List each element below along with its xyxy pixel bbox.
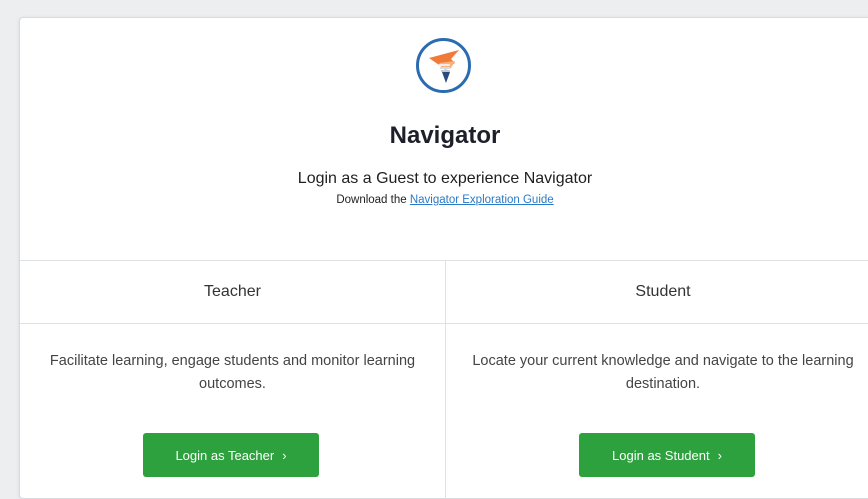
guest-subtitle: Login as a Guest to experience Navigator — [297, 170, 593, 187]
teacher-heading: Teacher — [20, 261, 445, 324]
teacher-panel: Teacher Facilitate learning, engage stud… — [20, 261, 446, 499]
student-heading: Student — [446, 261, 868, 324]
teacher-description: Facilitate learning, engage students and… — [49, 353, 416, 392]
chevron-right-icon: › — [717, 447, 722, 463]
login-as-student-button[interactable]: Login as Student › — [579, 433, 755, 477]
chevron-right-icon: › — [282, 447, 287, 463]
student-description: Locate your current knowledge and naviga… — [472, 353, 854, 392]
login-as-teacher-button[interactable]: Login as Teacher › — [143, 433, 319, 477]
card-header: Navigator Login as a Guest to experience… — [20, 18, 868, 260]
download-guide-line: Download the Navigator Exploration Guide — [20, 194, 868, 206]
app-title: Navigator — [389, 122, 501, 149]
download-prefix: Download the — [336, 194, 410, 206]
role-columns: Teacher Facilitate learning, engage stud… — [20, 260, 868, 499]
student-panel: Student Locate your current knowledge an… — [446, 261, 868, 499]
navigator-logo-icon — [416, 38, 471, 93]
login-as-student-label: Login as Student — [612, 447, 710, 463]
login-as-teacher-label: Login as Teacher — [175, 447, 275, 463]
exploration-guide-link[interactable]: Navigator Exploration Guide — [410, 194, 554, 206]
login-card: Navigator Login as a Guest to experience… — [19, 17, 868, 499]
